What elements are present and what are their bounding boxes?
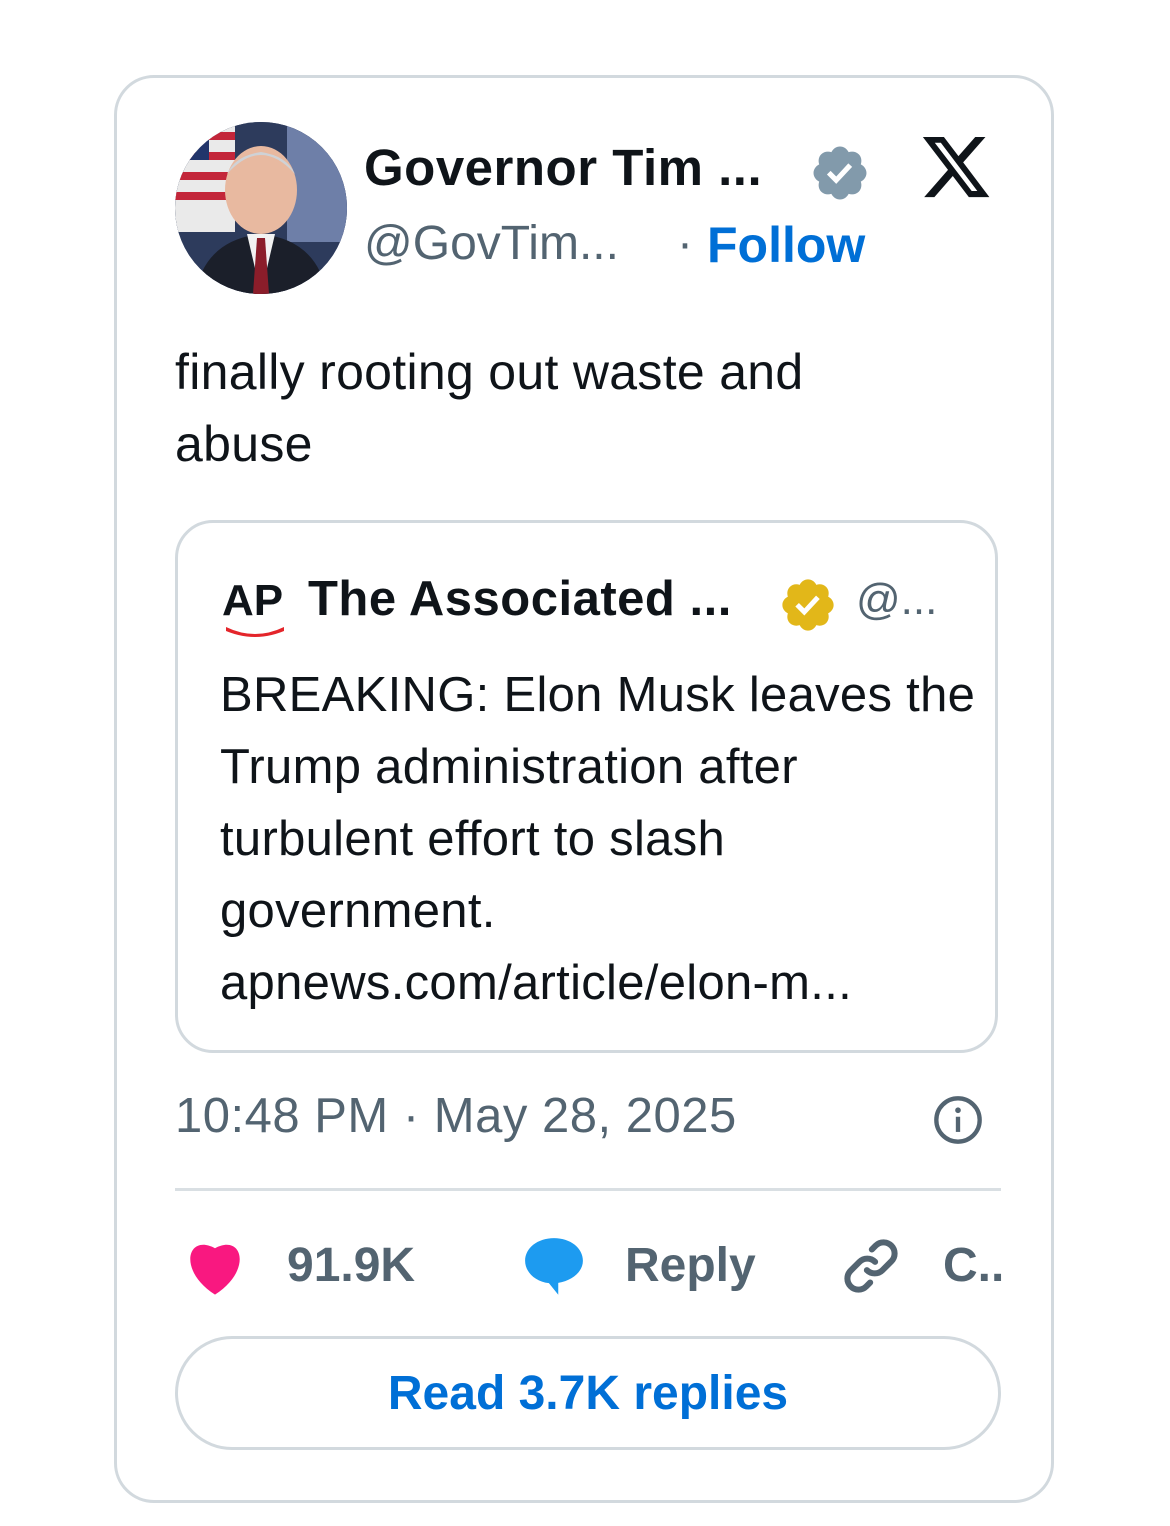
ap-logo-text: AP <box>222 576 283 625</box>
quoted-author-handle[interactable]: @... <box>856 575 937 625</box>
info-icon[interactable] <box>932 1094 984 1146</box>
follow-button[interactable]: Follow <box>707 216 865 274</box>
avatar[interactable] <box>175 122 347 294</box>
quoted-article-link[interactable]: apnews.com/article/elon-m... <box>220 947 980 1019</box>
quoted-author-name[interactable]: The Associated ... <box>308 571 732 627</box>
x-logo-icon[interactable] <box>917 130 995 204</box>
quoted-tweet-text: BREAKING: Elon Musk leaves the Trump adm… <box>220 659 980 1019</box>
reply-button[interactable]: Reply <box>625 1238 756 1293</box>
author-name[interactable]: Governor Tim ... <box>364 138 762 197</box>
read-replies-button[interactable]: Read 3.7K replies <box>175 1336 1001 1450</box>
quoted-text-body: BREAKING: Elon Musk leaves the Trump adm… <box>220 668 976 938</box>
tweet-card: Governor Tim ... @GovTim... · Follow fin… <box>114 75 1054 1503</box>
link-icon[interactable] <box>837 1233 905 1299</box>
heart-icon[interactable] <box>181 1236 249 1296</box>
verified-badge-icon <box>813 146 867 200</box>
author-handle[interactable]: @GovTim... <box>364 216 619 271</box>
separator-dot: · <box>677 217 693 270</box>
timestamp[interactable]: 10:48 PM · May 28, 2025 <box>175 1088 737 1144</box>
copy-link-button[interactable]: C... <box>943 1238 1003 1293</box>
divider <box>175 1188 1001 1191</box>
ap-logo-icon: AP <box>222 576 284 637</box>
tweet-text: finally rooting out waste and abuse <box>175 344 804 472</box>
speech-bubble-icon[interactable] <box>519 1231 589 1299</box>
like-count[interactable]: 91.9K <box>287 1238 415 1293</box>
gold-verified-badge-icon <box>782 579 834 631</box>
quoted-tweet[interactable]: AP The Associated ... @... BREAKING: Elo… <box>175 520 998 1053</box>
